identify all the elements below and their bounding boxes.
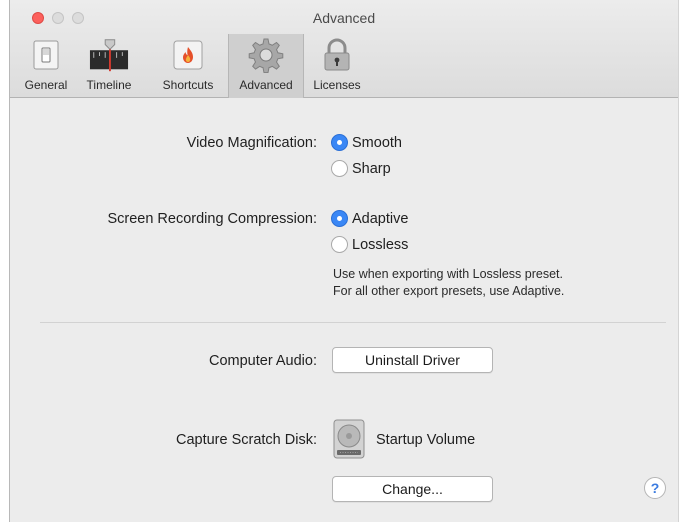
- scratch-disk-volume: Startup Volume: [376, 432, 476, 448]
- radio-adaptive-indicator: [331, 210, 348, 227]
- preferences-window: Advanced General Timeline Shortcuts Adva…: [9, 0, 679, 522]
- compression-help-text: Use when exporting with Lossless preset.…: [333, 266, 564, 300]
- uninstall-driver-button[interactable]: Uninstall Driver: [332, 347, 493, 373]
- tab-shortcuts[interactable]: Shortcuts: [150, 34, 226, 98]
- lock-icon: [317, 36, 357, 74]
- tab-shortcuts-label: Shortcuts: [162, 78, 214, 92]
- hard-drive-icon: [332, 419, 366, 459]
- tab-licenses-label: Licenses: [313, 78, 361, 92]
- tab-licenses[interactable]: Licenses: [306, 34, 368, 98]
- radio-smooth[interactable]: Smooth: [331, 134, 402, 151]
- radio-sharp[interactable]: Sharp: [331, 160, 391, 177]
- tab-advanced[interactable]: Advanced: [228, 34, 304, 98]
- window-title: Advanced: [312, 10, 376, 26]
- section-divider: [40, 322, 666, 323]
- compression-help-line-2: For all other export presets, use Adapti…: [333, 284, 565, 298]
- tab-advanced-label: Advanced: [239, 78, 293, 92]
- switch-icon: [26, 36, 66, 74]
- toolbar: Advanced General Timeline Shortcuts Adva…: [10, 0, 678, 98]
- gear-icon: [246, 36, 286, 74]
- radio-sharp-label: Sharp: [352, 160, 391, 177]
- radio-lossless[interactable]: Lossless: [331, 236, 408, 253]
- radio-sharp-indicator: [331, 160, 348, 177]
- flame-icon: [168, 36, 208, 74]
- change-scratch-disk-button[interactable]: Change...: [332, 476, 493, 502]
- radio-smooth-indicator: [331, 134, 348, 151]
- help-button[interactable]: ?: [644, 477, 666, 499]
- radio-lossless-label: Lossless: [352, 236, 409, 253]
- radio-adaptive[interactable]: Adaptive: [331, 210, 408, 227]
- capture-scratch-disk-label: Capture Scratch Disk:: [175, 432, 317, 448]
- timeline-icon: [89, 36, 129, 74]
- compression-label: Screen Recording Compression:: [107, 211, 317, 227]
- compression-help-line-1: Use when exporting with Lossless preset.: [333, 267, 563, 281]
- tab-general-label: General: [24, 78, 68, 92]
- computer-audio-label: Computer Audio:: [208, 353, 317, 369]
- radio-lossless-indicator: [331, 236, 348, 253]
- tab-timeline-label: Timeline: [86, 78, 132, 92]
- advanced-pane: Video Magnification: Smooth Sharp Screen…: [10, 99, 678, 522]
- radio-smooth-label: Smooth: [352, 134, 402, 151]
- radio-adaptive-label: Adaptive: [352, 210, 409, 227]
- tab-general[interactable]: General: [16, 34, 76, 98]
- video-magnification-label: Video Magnification:: [186, 135, 317, 151]
- tab-timeline[interactable]: Timeline: [76, 34, 142, 98]
